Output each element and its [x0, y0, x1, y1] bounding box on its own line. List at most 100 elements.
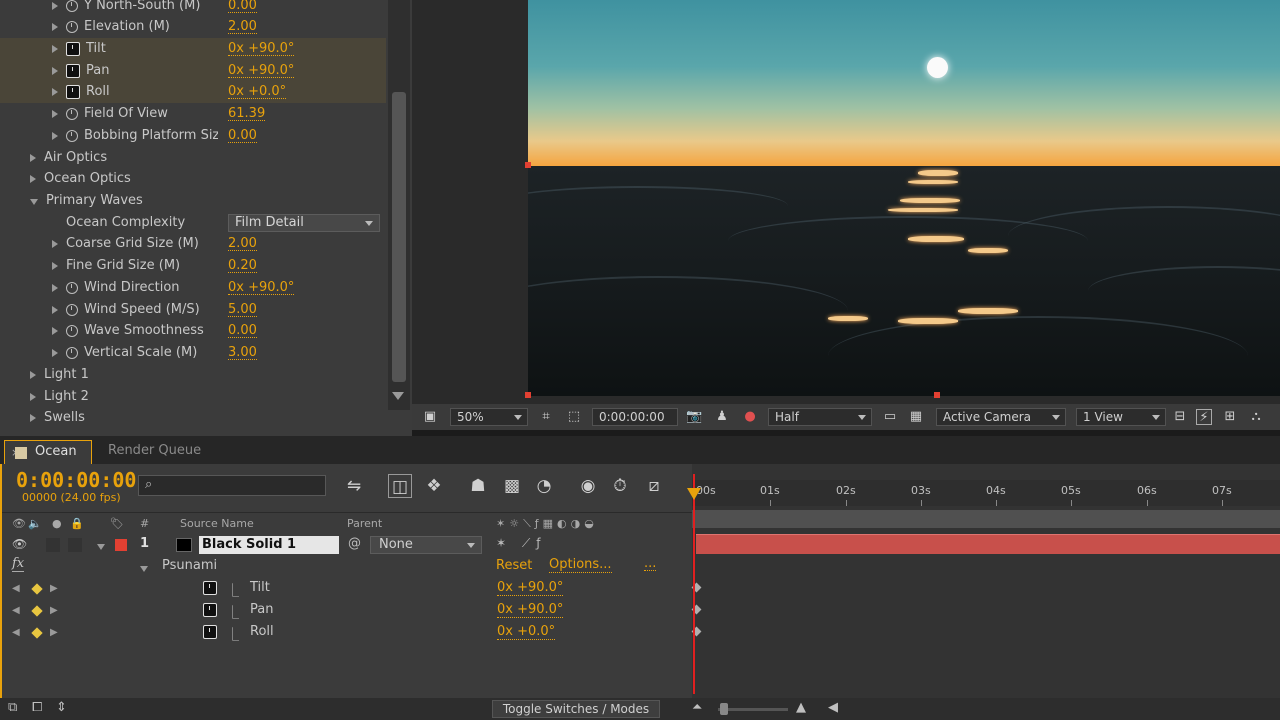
graph-icon[interactable]: ⎿: [226, 602, 239, 621]
effect-group-swells[interactable]: Swells: [0, 407, 386, 429]
stopwatch-active-icon[interactable]: [203, 603, 217, 617]
effect-property-value[interactable]: 61.39: [228, 107, 266, 121]
audio-speaker-icon[interactable]: 🔈: [28, 517, 42, 530]
next-keyframe-icon[interactable]: ▶: [50, 583, 58, 594]
expand-triangle-icon[interactable]: [30, 413, 36, 422]
snapshot-camera-icon[interactable]: 📷: [686, 409, 702, 425]
ocean-complexity-dropdown[interactable]: Film Detail: [228, 213, 380, 232]
toggle-pixel-aspect-icon[interactable]: ⊟: [1172, 409, 1188, 425]
solo-icon[interactable]: ●: [52, 517, 62, 530]
stopwatch-icon[interactable]: [66, 107, 78, 120]
stopwatch-active-icon[interactable]: [66, 41, 80, 56]
tab-render-queue[interactable]: Render Queue: [108, 440, 201, 464]
zoom-in-icon[interactable]: ▲: [796, 700, 806, 715]
color-channels-icon[interactable]: ●: [742, 409, 758, 425]
stopwatch-icon[interactable]: [66, 346, 78, 359]
effect-row-wind-direction[interactable]: Wind Direction 0x +90.0°: [0, 277, 386, 299]
expand-triangle-icon[interactable]: [30, 174, 36, 183]
composition-mini-flowchart-icon[interactable]: ⇋: [342, 474, 366, 498]
zoom-slider-thumb[interactable]: [720, 703, 728, 715]
effect-row-pan[interactable]: Pan 0x +90.0°: [0, 60, 386, 82]
video-eye-icon[interactable]: 👁: [12, 517, 26, 530]
next-keyframe-icon[interactable]: ▶: [50, 605, 58, 616]
brainstorm-icon[interactable]: ◔: [532, 474, 556, 498]
effect-fx-icon[interactable]: fx: [12, 557, 25, 572]
layer-visibility-eye-icon[interactable]: 👁: [12, 537, 27, 551]
property-value[interactable]: 0x +0.0°: [497, 625, 556, 640]
layer-switches-pane-icon[interactable]: ⧉: [8, 700, 17, 715]
toggle-switches-modes-button[interactable]: Toggle Switches / Modes: [492, 700, 660, 718]
property-row-roll[interactable]: ◀ ▶ ⎿ Roll 0x +0.0°: [2, 622, 692, 644]
effect-panel-scrollbar[interactable]: [388, 0, 410, 410]
flowchart-icon[interactable]: ⛬: [1248, 409, 1264, 425]
expand-triangle-icon[interactable]: [52, 1, 58, 10]
effect-row-elevation[interactable]: Elevation (M) 2.00: [0, 16, 386, 38]
expand-triangle-icon[interactable]: [52, 44, 58, 53]
resolution-dropdown[interactable]: Half: [768, 408, 872, 426]
effect-row-vertical-scale[interactable]: Vertical Scale (M) 3.00: [0, 342, 386, 364]
fit-icon[interactable]: ⌗: [538, 409, 554, 425]
effect-row-tilt[interactable]: Tilt 0x +90.0°: [0, 38, 386, 60]
effect-property-value[interactable]: 0.00: [228, 0, 257, 13]
add-keyframe-icon[interactable]: [31, 583, 43, 595]
expand-triangle-icon[interactable]: [52, 22, 58, 31]
prev-keyframe-icon[interactable]: ◀: [12, 583, 20, 594]
parent-dropdown[interactable]: None: [370, 536, 482, 554]
effect-property-value[interactable]: 0x +90.0°: [228, 64, 295, 78]
hide-shy-layers-icon[interactable]: ❖: [422, 474, 446, 498]
lock-icon[interactable]: 🔒: [70, 517, 84, 530]
stopwatch-icon[interactable]: [66, 129, 78, 142]
graph-editor-icon[interactable]: ⧄: [642, 474, 666, 498]
timeline-icon[interactable]: ⊞: [1222, 409, 1238, 425]
effect-property-value[interactable]: 0x +0.0°: [228, 85, 287, 99]
draft-3d-icon[interactable]: ◫: [388, 474, 412, 498]
next-keyframe-icon[interactable]: ▶: [50, 627, 58, 638]
property-row-tilt[interactable]: ◀ ▶ ⎿ Tilt 0x +90.0°: [2, 578, 692, 600]
scrollbar-thumb[interactable]: [392, 92, 406, 382]
effect-property-value[interactable]: 0.00: [228, 324, 257, 338]
property-value[interactable]: 0x +90.0°: [497, 603, 564, 618]
motion-blur-icon[interactable]: ▩: [500, 474, 524, 498]
expand-triangle-icon[interactable]: [52, 305, 58, 314]
label-color-swatch[interactable]: [115, 539, 127, 551]
graph-stopwatch-icon[interactable]: ⏱: [608, 474, 632, 498]
work-area-bar[interactable]: [692, 510, 1280, 528]
expand-triangle-icon[interactable]: [30, 153, 36, 162]
fast-previews-icon[interactable]: ⚡: [1196, 409, 1212, 425]
transfer-controls-pane-icon[interactable]: ⧠: [32, 700, 42, 715]
stopwatch-icon[interactable]: [66, 0, 78, 12]
scroll-down-arrow-icon[interactable]: [392, 392, 404, 400]
stopwatch-icon[interactable]: [66, 303, 78, 316]
expand-triangle-icon[interactable]: [52, 239, 58, 248]
effect-row-bobbing-platform[interactable]: Bobbing Platform Size 0.00: [0, 125, 386, 147]
timeline-track-area[interactable]: 00s 01s 02s 03s 04s 05s 06s 07s: [691, 464, 1280, 698]
layer-handle[interactable]: [525, 162, 531, 168]
label-tag-icon[interactable]: 🏷: [110, 517, 124, 530]
expand-triangle-icon[interactable]: [30, 392, 36, 401]
expand-triangle-icon[interactable]: [30, 370, 36, 379]
region-of-interest-icon[interactable]: ▭: [882, 409, 898, 425]
effect-property-value[interactable]: 2.00: [228, 237, 257, 251]
transparency-grid-icon[interactable]: ▦: [908, 409, 924, 425]
stopwatch-active-icon[interactable]: [203, 625, 217, 639]
source-name-header[interactable]: Source Name: [180, 517, 254, 530]
effect-row-wave-smoothness[interactable]: Wave Smoothness 0.00: [0, 320, 386, 342]
pickwhip-icon[interactable]: @: [348, 536, 361, 551]
layer-duration-bar[interactable]: [696, 534, 1280, 554]
stopwatch-active-icon[interactable]: [203, 581, 217, 595]
zoom-slider[interactable]: [718, 708, 788, 711]
composition-viewer[interactable]: [412, 0, 1280, 404]
in-out-pane-icon[interactable]: ⇕: [56, 700, 67, 715]
effect-row-coarse-grid[interactable]: Coarse Grid Size (M) 2.00: [0, 233, 386, 255]
effect-row-fine-grid[interactable]: Fine Grid Size (M) 0.20: [0, 255, 386, 277]
layer-handle[interactable]: [525, 392, 531, 398]
graph-icon[interactable]: ⎿: [226, 580, 239, 599]
stopwatch-icon[interactable]: [66, 20, 78, 33]
property-row-pan[interactable]: ◀ ▶ ⎿ Pan 0x +90.0°: [2, 600, 692, 622]
parent-header[interactable]: Parent: [347, 517, 382, 530]
prev-keyframe-icon[interactable]: ◀: [12, 627, 20, 638]
always-preview-icon[interactable]: ▣: [422, 409, 438, 425]
stopwatch-active-icon[interactable]: [66, 63, 80, 78]
expand-triangle-icon[interactable]: [52, 109, 58, 118]
effect-group-ocean-optics[interactable]: Ocean Optics: [0, 168, 386, 190]
